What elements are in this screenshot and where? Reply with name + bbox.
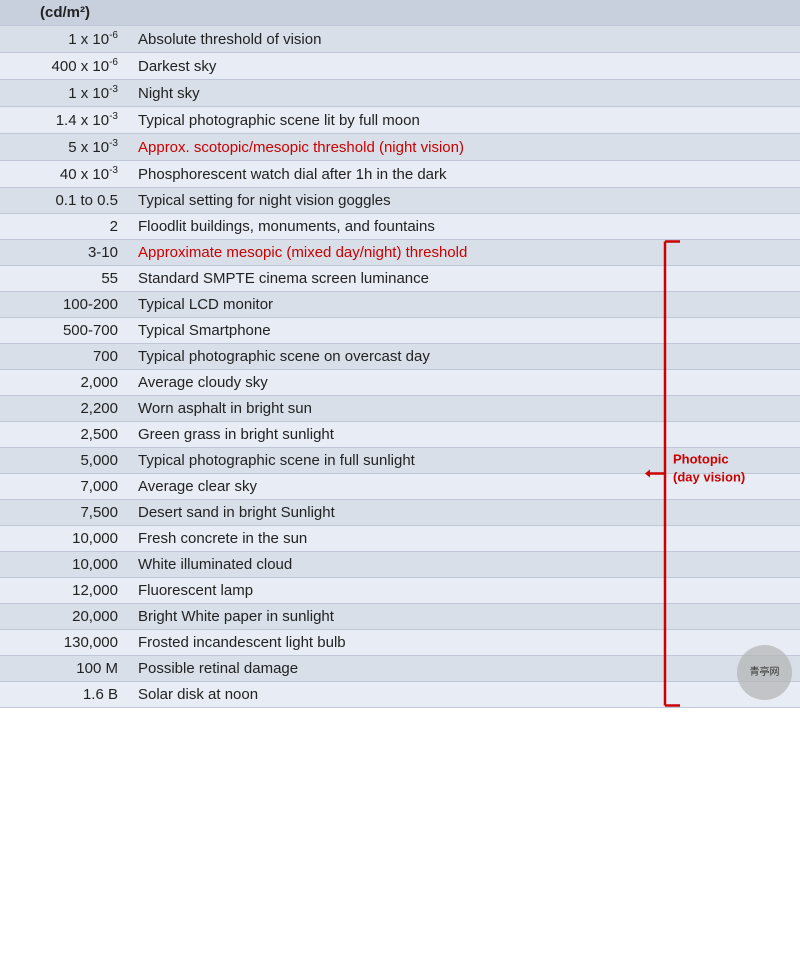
cell-desc: Bright White paper in sunlight: [130, 604, 800, 630]
table-row: 20,000Bright White paper in sunlight: [0, 604, 800, 630]
cell-desc: Solar disk at noon: [130, 682, 800, 708]
cell-value: 5 x 10-3: [0, 134, 130, 161]
table-row: 100-200Typical LCD monitor: [0, 292, 800, 318]
table-header-row: (cd/m²): [0, 0, 800, 26]
table-row: 10,000Fresh concrete in the sun: [0, 526, 800, 552]
cell-desc: Green grass in bright sunlight: [130, 422, 800, 448]
cell-desc: Typical setting for night vision goggles: [130, 188, 800, 214]
cell-desc: Typical photographic scene on overcast d…: [130, 344, 800, 370]
table-row: 5 x 10-3Approx. scotopic/mesopic thresho…: [0, 134, 800, 161]
table-row: 2,000Average cloudy sky: [0, 370, 800, 396]
cell-value: 0.1 to 0.5: [0, 188, 130, 214]
watermark: 青亭网: [737, 645, 792, 700]
table-row: 5,000Typical photographic scene in full …: [0, 448, 800, 474]
table-row: 1.4 x 10-3Typical photographic scene lit…: [0, 107, 800, 134]
table-row: 2Floodlit buildings, monuments, and foun…: [0, 214, 800, 240]
cell-value: 10,000: [0, 552, 130, 578]
cell-value: 2,000: [0, 370, 130, 396]
cell-desc: Approximate mesopic (mixed day/night) th…: [130, 240, 800, 266]
luminance-table: (cd/m²) 1 x 10-6Absolute threshold of vi…: [0, 0, 800, 708]
cell-value: 400 x 10-6: [0, 53, 130, 80]
cell-desc: Fluorescent lamp: [130, 578, 800, 604]
header-value: (cd/m²): [0, 0, 130, 26]
cell-desc: Frosted incandescent light bulb: [130, 630, 800, 656]
table-row: 7,000Average clear sky: [0, 474, 800, 500]
cell-desc: Floodlit buildings, monuments, and fount…: [130, 214, 800, 240]
table-row: 3-10Approximate mesopic (mixed day/night…: [0, 240, 800, 266]
cell-value: 2: [0, 214, 130, 240]
cell-desc: Approx. scotopic/mesopic threshold (nigh…: [130, 134, 800, 161]
cell-value: 700: [0, 344, 130, 370]
cell-desc: Average cloudy sky: [130, 370, 800, 396]
cell-desc: Possible retinal damage: [130, 656, 800, 682]
cell-value: 130,000: [0, 630, 130, 656]
cell-value: 1.4 x 10-3: [0, 107, 130, 134]
table-row: 700Typical photographic scene on overcas…: [0, 344, 800, 370]
table-row: 0.1 to 0.5Typical setting for night visi…: [0, 188, 800, 214]
cell-desc: Typical Smartphone: [130, 318, 800, 344]
cell-value: 20,000: [0, 604, 130, 630]
table-row: 40 x 10-3Phosphorescent watch dial after…: [0, 161, 800, 188]
cell-desc: Standard SMPTE cinema screen luminance: [130, 266, 800, 292]
cell-value: 2,200: [0, 396, 130, 422]
cell-value: 2,500: [0, 422, 130, 448]
cell-desc: Phosphorescent watch dial after 1h in th…: [130, 161, 800, 188]
table-row: 10,000White illuminated cloud: [0, 552, 800, 578]
cell-desc: Typical LCD monitor: [130, 292, 800, 318]
cell-value: 1 x 10-6: [0, 26, 130, 53]
table-row: 500-700Typical Smartphone: [0, 318, 800, 344]
cell-desc: Night sky: [130, 80, 800, 107]
cell-value: 500-700: [0, 318, 130, 344]
cell-value: 7,000: [0, 474, 130, 500]
cell-value: 3-10: [0, 240, 130, 266]
cell-value: 1 x 10-3: [0, 80, 130, 107]
cell-value: 100-200: [0, 292, 130, 318]
cell-desc: Darkest sky: [130, 53, 800, 80]
cell-desc: Average clear sky: [130, 474, 800, 500]
luminance-table-container: (cd/m²) 1 x 10-6Absolute threshold of vi…: [0, 0, 800, 708]
table-row: 400 x 10-6Darkest sky: [0, 53, 800, 80]
cell-value: 12,000: [0, 578, 130, 604]
table-row: 7,500Desert sand in bright Sunlight: [0, 500, 800, 526]
table-row: 100 MPossible retinal damage: [0, 656, 800, 682]
cell-value: 100 M: [0, 656, 130, 682]
cell-value: 10,000: [0, 526, 130, 552]
cell-desc: Typical photographic scene in full sunli…: [130, 448, 800, 474]
cell-value: 1.6 B: [0, 682, 130, 708]
cell-value: 40 x 10-3: [0, 161, 130, 188]
cell-value: 7,500: [0, 500, 130, 526]
table-row: 2,200Worn asphalt in bright sun: [0, 396, 800, 422]
cell-desc: White illuminated cloud: [130, 552, 800, 578]
table-row: 1 x 10-6Absolute threshold of vision: [0, 26, 800, 53]
table-row: 1 x 10-3Night sky: [0, 80, 800, 107]
cell-desc: Fresh concrete in the sun: [130, 526, 800, 552]
table-row: 12,000Fluorescent lamp: [0, 578, 800, 604]
cell-desc: Desert sand in bright Sunlight: [130, 500, 800, 526]
table-row: 130,000Frosted incandescent light bulb: [0, 630, 800, 656]
cell-desc: Absolute threshold of vision: [130, 26, 800, 53]
cell-value: 55: [0, 266, 130, 292]
table-row: 1.6 BSolar disk at noon: [0, 682, 800, 708]
cell-value: 5,000: [0, 448, 130, 474]
cell-desc: Worn asphalt in bright sun: [130, 396, 800, 422]
table-row: 55Standard SMPTE cinema screen luminance: [0, 266, 800, 292]
cell-desc: Typical photographic scene lit by full m…: [130, 107, 800, 134]
header-desc: [130, 0, 800, 26]
table-row: 2,500Green grass in bright sunlight: [0, 422, 800, 448]
